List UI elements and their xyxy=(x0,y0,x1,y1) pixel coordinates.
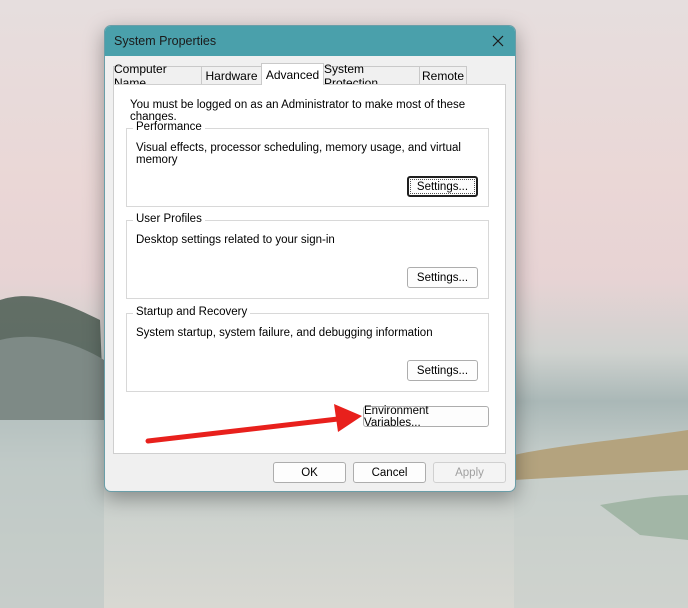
user-profiles-description: Desktop settings related to your sign-in xyxy=(136,234,335,246)
startup-recovery-title: Startup and Recovery xyxy=(133,306,251,318)
startup-recovery-description: System startup, system failure, and debu… xyxy=(136,327,433,339)
advanced-tab-panel: You must be logged on as an Administrato… xyxy=(113,84,506,454)
performance-title: Performance xyxy=(133,121,205,133)
apply-button[interactable]: Apply xyxy=(433,462,506,483)
window-title: System Properties xyxy=(114,34,217,48)
tab-advanced[interactable]: Advanced xyxy=(261,63,324,85)
startup-recovery-settings-button[interactable]: Settings... xyxy=(407,360,478,381)
close-icon xyxy=(492,35,504,47)
user-profiles-settings-button[interactable]: Settings... xyxy=(407,267,478,288)
performance-settings-button[interactable]: Settings... xyxy=(407,176,478,197)
cancel-button[interactable]: Cancel xyxy=(353,462,426,483)
startup-recovery-group: Startup and Recovery System startup, sys… xyxy=(126,306,489,392)
admin-notice: You must be logged on as an Administrato… xyxy=(130,99,466,123)
performance-description: Visual effects, processor scheduling, me… xyxy=(136,142,461,166)
tab-remote[interactable]: Remote xyxy=(419,66,467,84)
tab-system-protection[interactable]: System Protection xyxy=(323,62,420,90)
tab-computer-name[interactable]: Computer Name xyxy=(113,62,202,90)
environment-variables-button[interactable]: Environment Variables... xyxy=(363,405,489,429)
ok-button[interactable]: OK xyxy=(273,462,346,483)
title-bar: System Properties xyxy=(105,26,515,56)
close-button[interactable] xyxy=(481,26,515,56)
performance-group: Performance Visual effects, processor sc… xyxy=(126,121,489,207)
tab-hardware[interactable]: Hardware xyxy=(201,66,262,84)
user-profiles-group: User Profiles Desktop settings related t… xyxy=(126,213,489,299)
user-profiles-title: User Profiles xyxy=(133,213,205,225)
system-properties-dialog: System Properties Computer Name Hardware… xyxy=(104,25,516,492)
